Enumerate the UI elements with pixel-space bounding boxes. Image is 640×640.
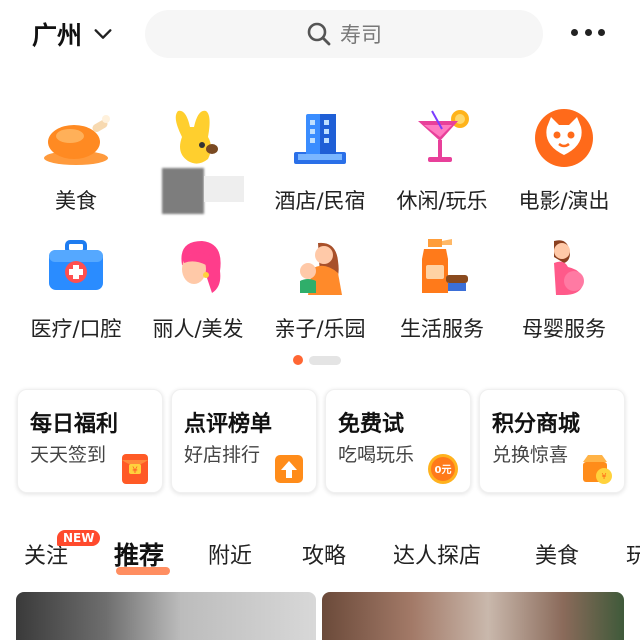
category-label: 酒店/民宿 [274, 189, 366, 213]
more-icon[interactable] [571, 22, 605, 42]
promo-card-points-mall[interactable]: 积分商城 兑换惊喜 ¥ [479, 389, 625, 493]
feed-image[interactable] [16, 592, 316, 640]
mother-child-icon [282, 228, 358, 303]
cocktail-icon [404, 100, 480, 175]
promo-card-free-trial[interactable]: 免费试 吃喝玩乐 0元 [325, 389, 471, 493]
card-title: 点评榜单 [184, 412, 273, 437]
tab-guide[interactable]: 攻略 [302, 538, 346, 570]
card-subtitle: 天天签到 [30, 444, 107, 466]
blurred-region [162, 168, 204, 214]
card-title: 积分商城 [492, 412, 581, 437]
mascot-icon [160, 100, 236, 176]
category-label: 母婴服务 [522, 317, 606, 341]
zero-yuan-coin-icon: 0元 [428, 454, 458, 484]
page-dot [309, 355, 341, 365]
card-title: 免费试 [338, 412, 405, 437]
category-maternity[interactable]: 母婴服务 [500, 228, 628, 343]
category-label: 美食 [55, 189, 97, 213]
card-subtitle: 吃喝玩乐 [338, 444, 415, 466]
category-medical[interactable]: 医疗/口腔 [12, 228, 140, 343]
category-label: 生活服务 [400, 317, 484, 341]
category-beauty[interactable]: 丽人/美发 [134, 228, 262, 343]
category-family[interactable]: 亲子/乐园 [256, 228, 384, 343]
category-label: 亲子/乐园 [274, 317, 366, 341]
svg-text:0元: 0元 [435, 464, 452, 476]
tab-more-cut[interactable]: 玩 [626, 538, 640, 570]
search-icon [307, 22, 331, 46]
category-label: 电影/演出 [518, 189, 610, 213]
card-subtitle: 好店排行 [184, 444, 261, 466]
promo-card-ranking[interactable]: 点评榜单 好店排行 [171, 389, 317, 493]
category-label: 休闲/玩乐 [396, 189, 488, 213]
promo-card-daily-welfare[interactable]: 每日福利 天天签到 ¥ [17, 389, 163, 493]
page-indicator [293, 355, 341, 365]
cleaning-spray-icon [404, 228, 480, 303]
medical-kit-icon [38, 228, 114, 303]
red-envelope-icon: ¥ [122, 454, 148, 484]
category-leisure[interactable]: 休闲/玩乐 [378, 100, 506, 215]
category-food[interactable]: 美食 [12, 100, 140, 215]
tab-recommend[interactable]: 推荐 [114, 536, 164, 572]
svg-text:¥: ¥ [132, 466, 138, 476]
category-label: 丽人/美发 [152, 317, 244, 341]
tab-influencer[interactable]: 达人探店 [393, 538, 481, 570]
svg-text:¥: ¥ [601, 472, 606, 481]
category-hotel[interactable]: 酒店/民宿 [256, 100, 384, 215]
card-subtitle: 兑换惊喜 [492, 444, 569, 466]
pregnant-woman-icon [526, 228, 602, 303]
category-life-service[interactable]: 生活服务 [378, 228, 506, 343]
hotel-building-icon [282, 100, 358, 175]
category-movie[interactable]: 电影/演出 [500, 100, 628, 215]
ranking-up-icon [275, 455, 303, 483]
feed-tabs: 关注 NEW 推荐 附近 攻略 达人探店 美食 玩 [0, 530, 640, 580]
tab-nearby[interactable]: 附近 [208, 538, 252, 570]
city-selector[interactable]: 广州 [32, 16, 114, 52]
category-label: 医疗/口腔 [30, 317, 122, 341]
blurred-region [204, 176, 244, 202]
gift-shop-icon: ¥ [583, 455, 612, 484]
city-label: 广州 [32, 21, 83, 50]
top-header: 广州 寿司 [0, 0, 640, 70]
search-placeholder: 寿司 [340, 23, 382, 47]
card-title: 每日福利 [30, 412, 119, 437]
tab-food[interactable]: 美食 [535, 538, 579, 570]
feed-image[interactable] [322, 592, 624, 640]
roast-chicken-icon [38, 100, 114, 175]
search-bar[interactable]: 寿司 [145, 10, 543, 58]
woman-hair-icon [160, 228, 236, 303]
cat-face-icon [526, 100, 602, 175]
new-badge: NEW [57, 530, 101, 546]
chevron-down-icon [94, 29, 112, 39]
page-dot-active [293, 355, 303, 365]
